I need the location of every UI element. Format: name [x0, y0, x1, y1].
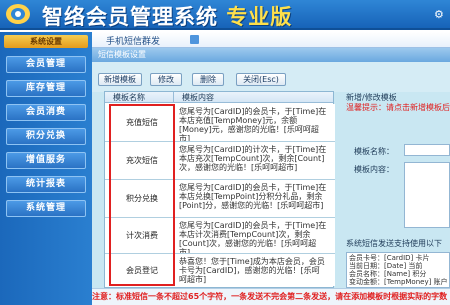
delete-button[interactable]: 删除 [192, 73, 224, 86]
tab-sms-broadcast[interactable]: 手机短信群发 [106, 34, 160, 47]
close-button[interactable]: 关闭(Esc) [236, 73, 286, 86]
column-header-name: 模板名称 [105, 92, 173, 103]
template-name: 积分兑换 [126, 194, 158, 203]
template-name: 充次短信 [126, 156, 158, 165]
template-content: 恭喜您！您于[Time]成为本店会员，会员卡号为[CardID]，感谢您的光临！… [179, 257, 325, 284]
app-edition: 专业版 [226, 5, 293, 29]
variable-item: 会员名称：[Name] 积分 [349, 270, 427, 278]
tab-close-icon[interactable] [190, 35, 199, 44]
variable-item: 当前日期：[Date] 当前 [349, 262, 423, 270]
sidebar-item-reports[interactable]: 统计报表 [6, 176, 86, 193]
template-panel: 短信模板设置 新增模板 修改 删除 关闭(Esc) 模板名称 模板内容 充值短信… [92, 48, 450, 288]
template-content: 您尾号为[CardID]的会员卡，于[Time]在本店兑换[TempPoint]… [179, 183, 327, 210]
template-table: 模板名称 模板内容 充值短信 您尾号为[CardID]的会员卡，于[Time]在… [104, 91, 335, 288]
template-name: 充值短信 [126, 118, 158, 127]
app-title: 智络会员管理系统 专业版 [42, 1, 292, 31]
sidebar-item-member-management[interactable]: 会员管理 [6, 56, 86, 73]
sidebar-item-system-settings[interactable]: 系统设置 [4, 35, 88, 48]
sidebar-item-inventory[interactable]: 库存管理 [6, 80, 86, 97]
sidebar-item-points-exchange[interactable]: 积分兑换 [6, 128, 86, 145]
template-content: 您尾号为[CardID]的会员卡，于[Time]在本店充值[TempMoney]… [179, 107, 327, 141]
variable-item: 变动金额：[TempMoney] 账户 [349, 278, 448, 286]
table-row[interactable]: 会员登记 恭喜您！您于[Time]成为本店会员，会员卡号为[CardID]，感谢… [105, 254, 335, 286]
table-row[interactable]: 充值短信 您尾号为[CardID]的会员卡，于[Time]在本店充值[TempM… [105, 104, 335, 142]
editor-hint: 温馨提示：请点击新增模板后 [346, 103, 450, 112]
toolbar: 新增模板 修改 删除 关闭(Esc) [92, 62, 450, 92]
template-name-label: 模板名称： [354, 147, 394, 156]
table-row[interactable]: 积分兑换 您尾号为[CardID]的会员卡，于[Time]在本店兑换[TempP… [105, 180, 335, 218]
app-header: 智络会员管理系统 专业版 ⚙ [0, 0, 450, 30]
template-editor: 新增/修改模板 温馨提示：请点击新增模板后 模板名称： 模板内容： 系统短信发送… [346, 92, 450, 288]
logo-icon [6, 4, 30, 24]
template-content-label: 模板内容： [354, 165, 394, 174]
column-header-content: 模板内容 [173, 92, 333, 103]
template-content: 您尾号为[CardID]的会员卡，于[Time]在本店计次消费[TempCoun… [179, 221, 327, 253]
variables-list: 会员卡号：[CardID] 卡片 当前日期：[Date] 当前 会员名称：[Na… [346, 252, 450, 288]
app-title-text: 智络会员管理系统 [42, 5, 218, 29]
sidebar-item-system-management[interactable]: 系统管理 [6, 200, 86, 217]
template-name: 计次消费 [126, 231, 158, 240]
sidebar-item-value-added[interactable]: 增值服务 [6, 152, 86, 169]
new-template-button[interactable]: 新增模板 [98, 73, 142, 86]
sidebar: 系统设置 会员管理 库存管理 会员消费 积分兑换 增值服务 统计报表 系统管理 [0, 32, 92, 305]
template-name: 会员登记 [126, 265, 158, 275]
table-row[interactable]: 充次短信 您尾号为[CardID]的计次卡，于[Time]在本店充次[TempC… [105, 142, 335, 180]
table-row[interactable]: 计次消费 您尾号为[CardID]的会员卡，于[Time]在本店计次消费[Tem… [105, 218, 335, 254]
sidebar-item-member-consumption[interactable]: 会员消费 [6, 104, 86, 121]
template-content: 您尾号为[CardID]的计次卡，于[Time]在本店充次[TempCount]… [179, 145, 327, 172]
variable-item: 会员卡号：[CardID] 卡片 [349, 254, 430, 262]
gear-icon[interactable]: ⚙ [434, 8, 446, 21]
template-content-textarea[interactable] [404, 162, 450, 228]
footer-notice: 注意：标准短信一条不超过65个字符，一条发送不完会第二条发送，请在添加模板时根据… [92, 288, 450, 305]
edit-button[interactable]: 修改 [150, 73, 182, 86]
tab-bar: 手机短信群发 [92, 32, 450, 48]
variables-note: 系统短信发送支持使用以下 [346, 239, 442, 248]
panel-title: 短信模板设置 [92, 48, 450, 62]
template-name-input[interactable] [404, 144, 450, 156]
